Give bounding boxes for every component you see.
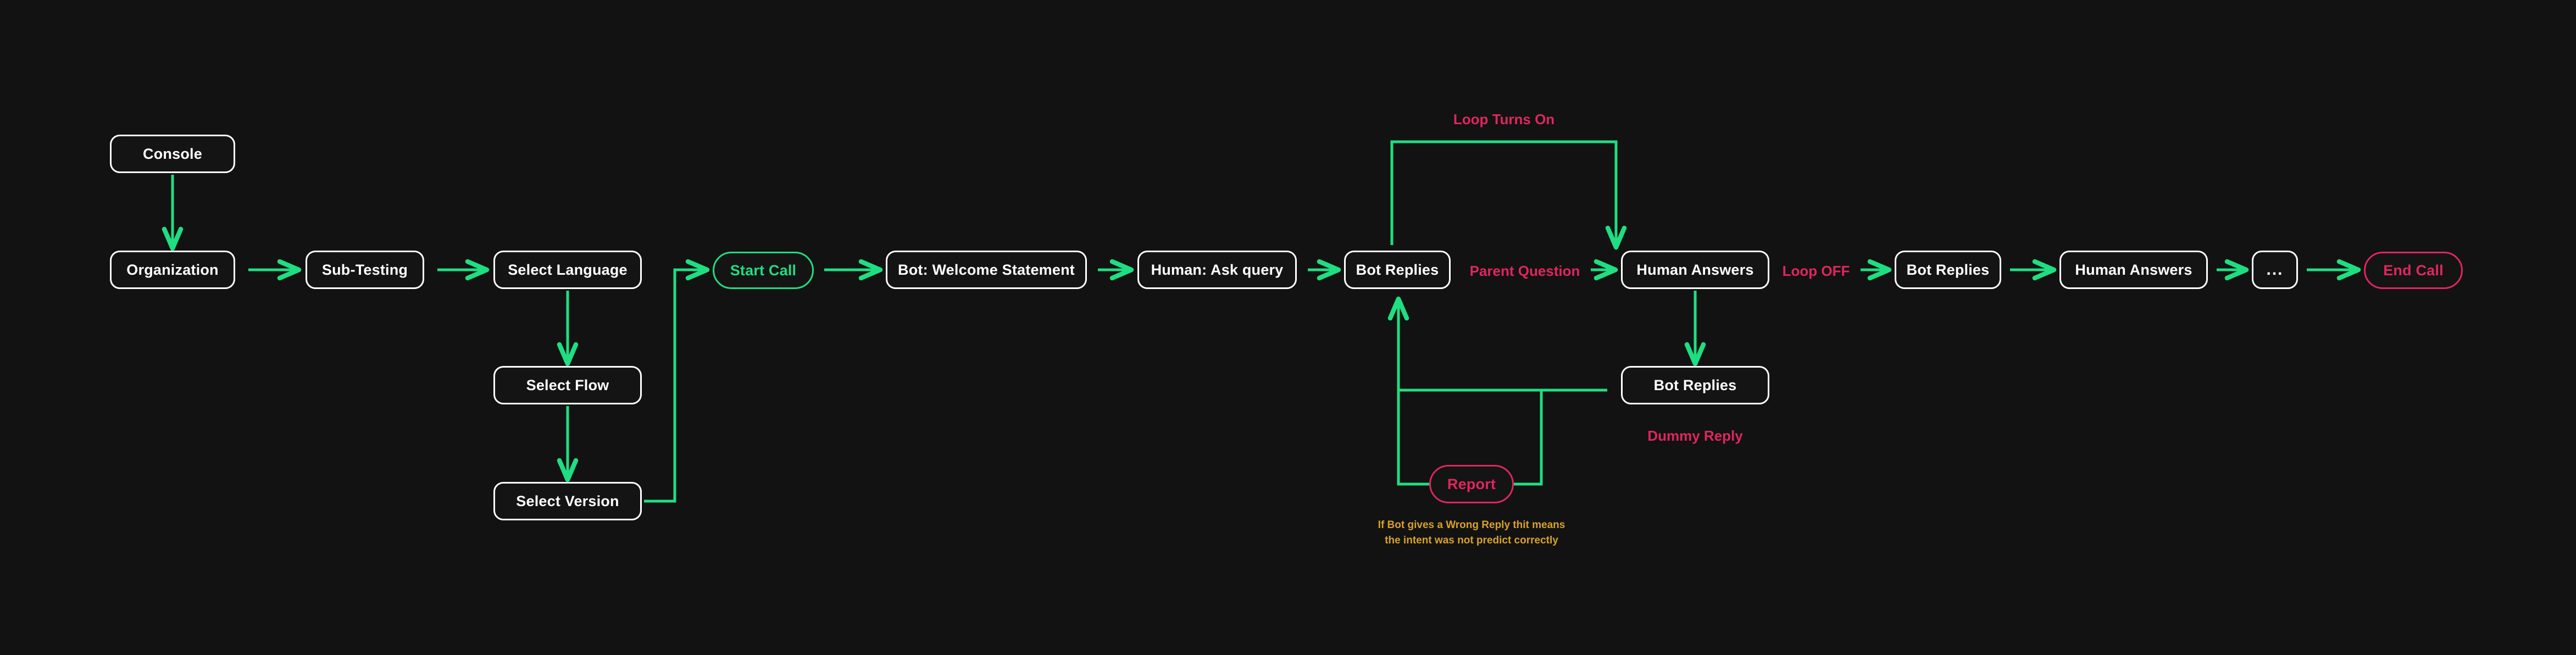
node-bot-welcome-statement[interactable]: Bot: Welcome Statement <box>886 251 1087 289</box>
edge-label-loop-off: Loop OFF <box>1783 263 1850 280</box>
node-end-call[interactable]: End Call <box>2364 252 2463 289</box>
edge-loop-turns-on <box>1390 140 1627 250</box>
flowchart-canvas: Console Organization Sub-Testing Select … <box>0 0 2576 655</box>
node-select-language[interactable]: Select Language <box>493 251 642 289</box>
node-label: Console <box>143 145 202 162</box>
node-label: ... <box>2266 260 2284 279</box>
node-label: Bot Replies <box>1906 261 1990 278</box>
node-label: End Call <box>2383 262 2444 279</box>
edge-label-text: Loop OFF <box>1782 263 1850 279</box>
node-report[interactable]: Report <box>1429 465 1514 503</box>
node-label: Select Version <box>516 492 619 509</box>
node-sub-testing[interactable]: Sub-Testing <box>306 251 424 289</box>
node-label: Bot Replies <box>1356 261 1439 278</box>
node-label: Organization <box>126 261 219 278</box>
note-line-2: the intent was not predict correctly <box>1385 534 1558 546</box>
node-label: Sub-Testing <box>321 261 408 278</box>
node-human-answers-2[interactable]: Human Answers <box>2059 251 2208 289</box>
node-label: Report <box>1447 475 1496 492</box>
node-human-ask-query[interactable]: Human: Ask query <box>1137 251 1297 289</box>
note-wrong-reply: If Bot gives a Wrong Reply thit means th… <box>1378 518 1565 548</box>
node-select-flow[interactable]: Select Flow <box>493 366 642 404</box>
node-organization[interactable]: Organization <box>110 251 235 289</box>
node-label: Bot: Welcome Statement <box>898 261 1075 278</box>
node-label: Select Flow <box>526 376 609 393</box>
node-label: Human: Ask query <box>1151 261 1284 278</box>
node-label: Start Call <box>730 262 797 279</box>
edge-label-parent-question: Parent Question <box>1470 263 1580 280</box>
node-label: Bot Replies <box>1653 376 1737 393</box>
edge-label-text: Dummy Reply <box>1647 428 1743 444</box>
edge-label-text: Parent Question <box>1469 263 1580 279</box>
node-label: Human Answers <box>1636 261 1754 278</box>
node-start-call[interactable]: Start Call <box>713 252 814 289</box>
node-select-version[interactable]: Select Version <box>493 482 642 520</box>
edge-report-branch <box>1514 388 1607 486</box>
edge-label-loop-turns-on: Loop Turns On <box>1453 111 1555 128</box>
edge-label-dummy-reply: Dummy Reply <box>1647 428 1742 445</box>
note-line-1: If Bot gives a Wrong Reply thit means <box>1378 519 1565 531</box>
node-console[interactable]: Console <box>110 135 235 173</box>
edge-selectversion-startcall <box>644 259 710 503</box>
node-bot-replies-1[interactable]: Bot Replies <box>1344 251 1451 289</box>
edge-label-text: Loop Turns On <box>1453 111 1555 127</box>
edge-report-botreplies1 <box>1387 296 1429 486</box>
node-ellipsis[interactable]: ... <box>2252 251 2298 289</box>
node-bot-replies-2[interactable]: Bot Replies <box>1895 251 2001 289</box>
node-label: Select Language <box>508 261 628 278</box>
edge-layer <box>162 140 2361 503</box>
node-label: Human Answers <box>2075 261 2192 278</box>
node-human-answers-1[interactable]: Human Answers <box>1621 251 1769 289</box>
node-bot-replies-3[interactable]: Bot Replies <box>1621 366 1769 404</box>
